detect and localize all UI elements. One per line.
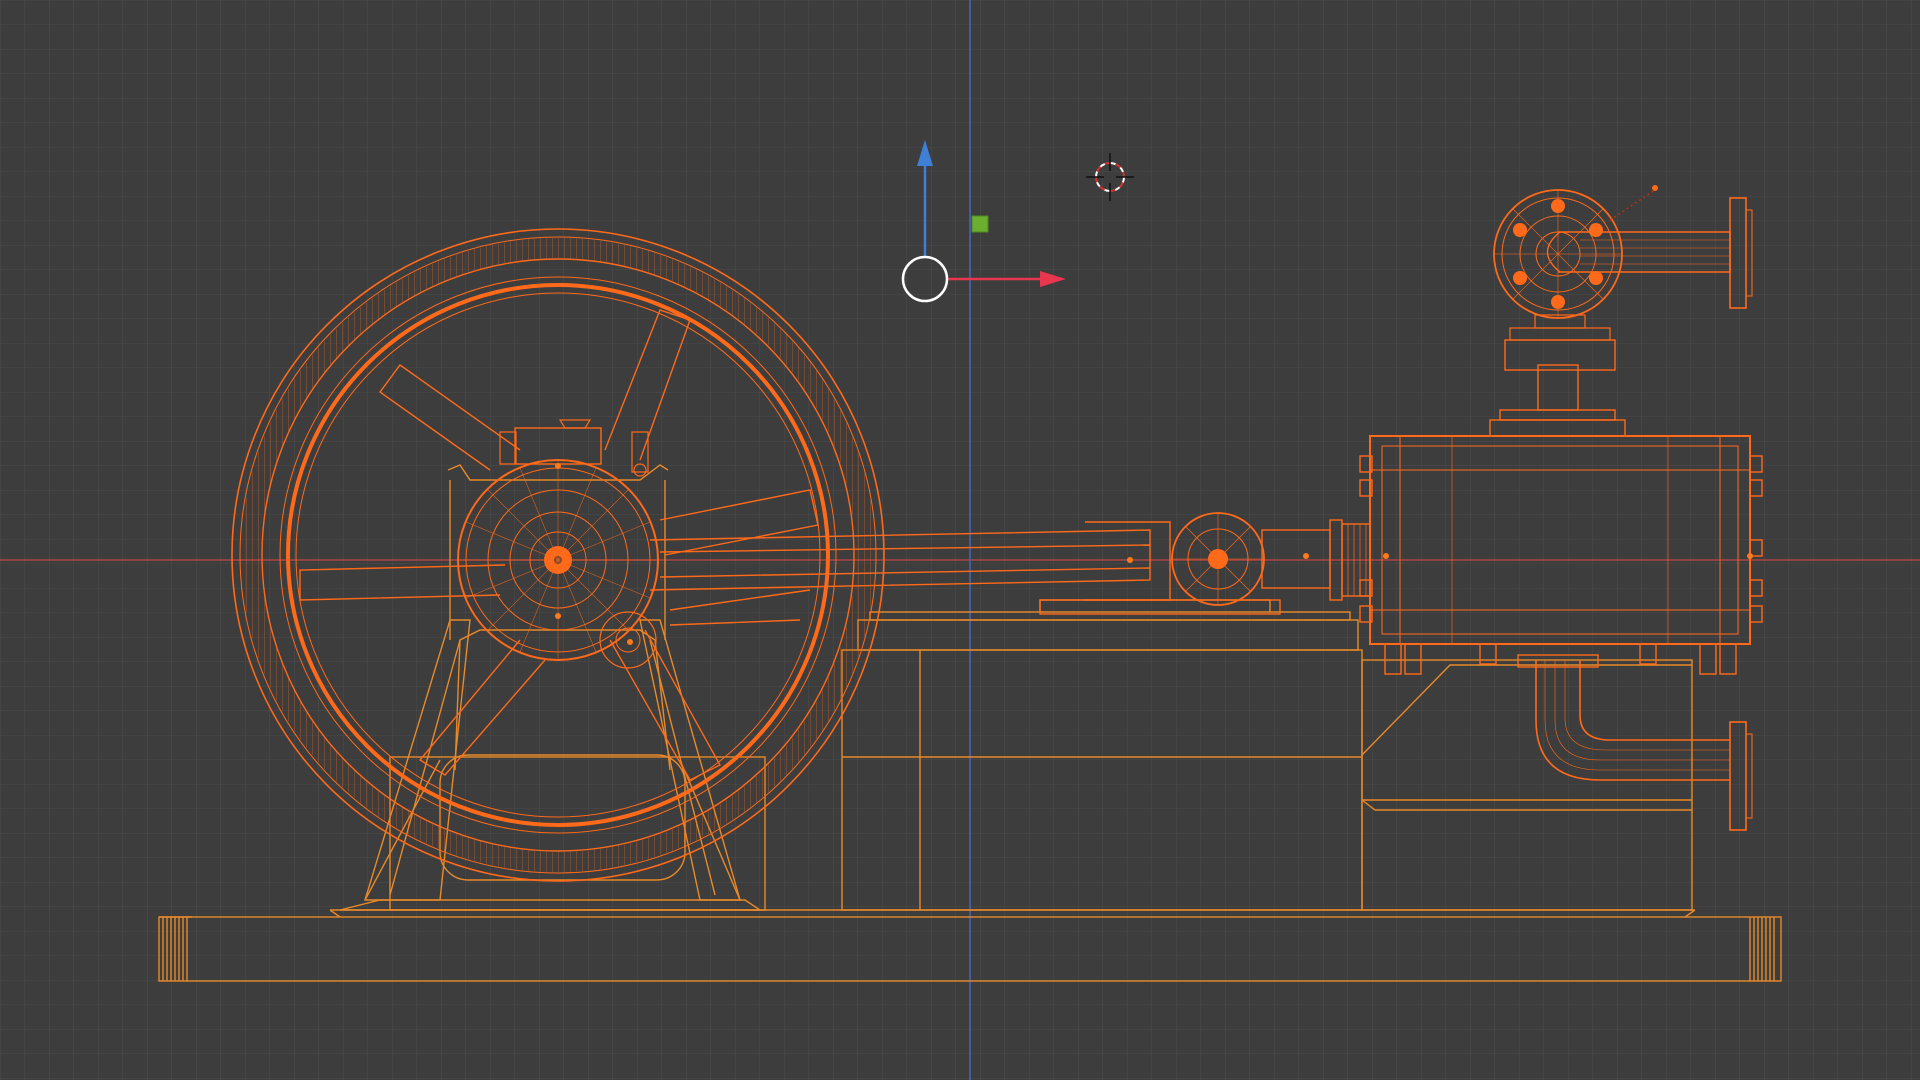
gizmo-xz-plane-handle[interactable]	[971, 215, 989, 233]
viewport-canvas[interactable]	[0, 0, 1920, 1080]
3d-viewport[interactable]	[0, 0, 1920, 1080]
